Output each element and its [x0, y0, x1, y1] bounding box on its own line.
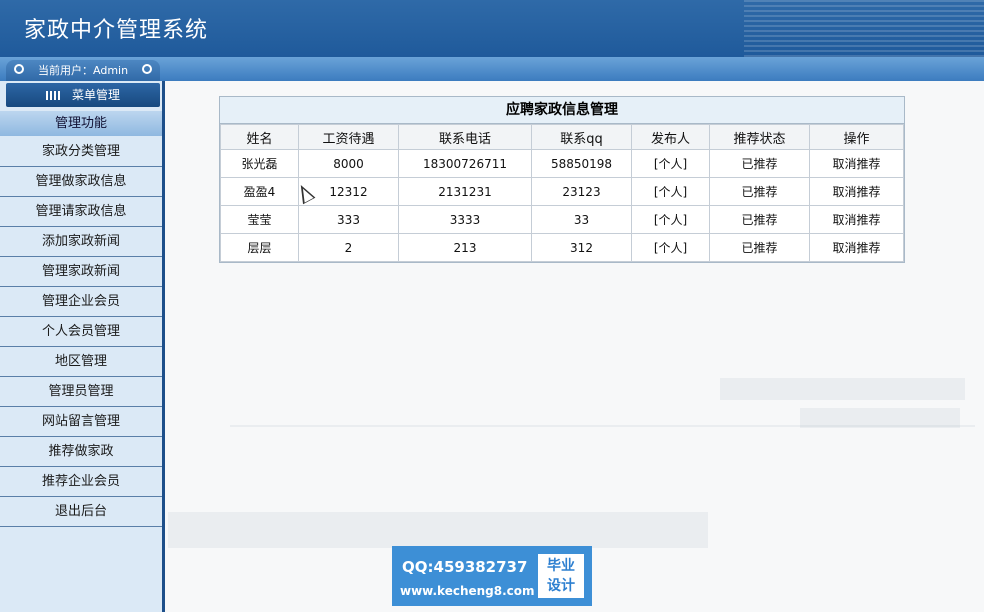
panel-title: 应聘家政信息管理 [220, 97, 904, 124]
sidebar-nav: 家政分类管理 管理做家政信息 管理请家政信息 添加家政新闻 管理家政新闻 管理企… [0, 137, 162, 527]
ghost-block [720, 378, 965, 400]
sidebar-item-personal-members[interactable]: 个人会员管理 [0, 317, 162, 347]
cancel-recommend-link[interactable]: 取消推荐 [810, 206, 903, 233]
cell-phone: 18300726711 [399, 150, 531, 177]
sidebar-item-request-info[interactable]: 管理请家政信息 [0, 197, 162, 227]
cell-qq: 312 [532, 234, 631, 261]
current-user-label: 当前用户：Admin [38, 64, 129, 77]
col-name: 姓名 [221, 125, 298, 149]
watermark-badge-line2: 设计 [547, 578, 575, 594]
cell-salary: 333 [299, 206, 398, 233]
watermark: QQ:459382737 www.kecheng8.com 毕业 设计 [392, 546, 592, 606]
cell-publisher: [个人] [632, 178, 709, 205]
tab-knob-right-icon [142, 64, 152, 74]
banner-stripes [744, 0, 984, 57]
sidebar-item-recommend-workers[interactable]: 推荐做家政 [0, 437, 162, 467]
table-row: 盈盈4 12312 2131231 23123 [个人] 已推荐 取消推荐 [221, 178, 903, 205]
menu-management-button[interactable]: 菜单管理 [6, 83, 160, 107]
sidebar-item-manage-news[interactable]: 管理家政新闻 [0, 257, 162, 287]
cell-name: 盈盈4 [221, 178, 298, 205]
watermark-url: www.kecheng8.com [400, 584, 535, 598]
cell-qq: 58850198 [532, 150, 631, 177]
sidebar-item-logout[interactable]: 退出后台 [0, 497, 162, 527]
ghost-block [168, 512, 708, 548]
col-action: 操作 [810, 125, 903, 149]
sidebar-item-messages[interactable]: 网站留言管理 [0, 407, 162, 437]
watermark-qq: QQ:459382737 [402, 558, 528, 576]
col-publisher: 发布人 [632, 125, 709, 149]
job-info-table: 姓名 工资待遇 联系电话 联系qq 发布人 推荐状态 操作 张光磊 8000 1… [220, 124, 904, 262]
sidebar-item-admins[interactable]: 管理员管理 [0, 377, 162, 407]
cell-name: 莹莹 [221, 206, 298, 233]
current-user-tab: 当前用户：Admin [6, 60, 160, 82]
col-qq: 联系qq [532, 125, 631, 149]
sidebar-item-enterprise-members[interactable]: 管理企业会员 [0, 287, 162, 317]
cell-qq: 23123 [532, 178, 631, 205]
cancel-recommend-link[interactable]: 取消推荐 [810, 234, 903, 261]
table-row: 莹莹 333 3333 33 [个人] 已推荐 取消推荐 [221, 206, 903, 233]
job-info-panel: 应聘家政信息管理 姓名 工资待遇 联系电话 联系qq 发布人 推荐状态 操作 张… [219, 96, 905, 263]
watermark-badge-line1: 毕业 [547, 558, 575, 574]
cell-name: 层层 [221, 234, 298, 261]
cell-publisher: [个人] [632, 206, 709, 233]
col-phone: 联系电话 [399, 125, 531, 149]
cell-phone: 213 [399, 234, 531, 261]
col-salary: 工资待遇 [299, 125, 398, 149]
watermark-badge: 毕业 设计 [538, 554, 584, 598]
cell-phone: 3333 [399, 206, 531, 233]
cell-name: 张光磊 [221, 150, 298, 177]
cell-publisher: [个人] [632, 234, 709, 261]
cell-phone: 2131231 [399, 178, 531, 205]
cancel-recommend-link[interactable]: 取消推荐 [810, 178, 903, 205]
cell-salary: 8000 [299, 150, 398, 177]
top-banner: 家政中介管理系统 [0, 0, 984, 57]
cell-publisher: [个人] [632, 150, 709, 177]
col-status: 推荐状态 [710, 125, 809, 149]
tab-knob-left-icon [14, 64, 24, 74]
cell-salary: 2 [299, 234, 398, 261]
sidebar-item-regions[interactable]: 地区管理 [0, 347, 162, 377]
app-title: 家政中介管理系统 [24, 18, 209, 43]
grid-icon [45, 91, 60, 100]
table-row: 层层 2 213 312 [个人] 已推荐 取消推荐 [221, 234, 903, 261]
cell-status: 已推荐 [710, 178, 809, 205]
table-row: 张光磊 8000 18300726711 58850198 [个人] 已推荐 取… [221, 150, 903, 177]
menu-head-label: 菜单管理 [71, 88, 120, 102]
cell-status: 已推荐 [710, 234, 809, 261]
cancel-recommend-link[interactable]: 取消推荐 [810, 150, 903, 177]
section-title-management: 管理功能 [0, 111, 162, 136]
ghost-block [800, 408, 960, 428]
sidebar-item-category[interactable]: 家政分类管理 [0, 137, 162, 167]
sidebar-item-recommend-enterprise[interactable]: 推荐企业会员 [0, 467, 162, 497]
cell-status: 已推荐 [710, 150, 809, 177]
sidebar-item-worker-info[interactable]: 管理做家政信息 [0, 167, 162, 197]
sidebar-item-add-news[interactable]: 添加家政新闻 [0, 227, 162, 257]
cell-status: 已推荐 [710, 206, 809, 233]
table-header-row: 姓名 工资待遇 联系电话 联系qq 发布人 推荐状态 操作 [221, 125, 903, 149]
cell-qq: 33 [532, 206, 631, 233]
cell-salary: 12312 [299, 178, 398, 205]
